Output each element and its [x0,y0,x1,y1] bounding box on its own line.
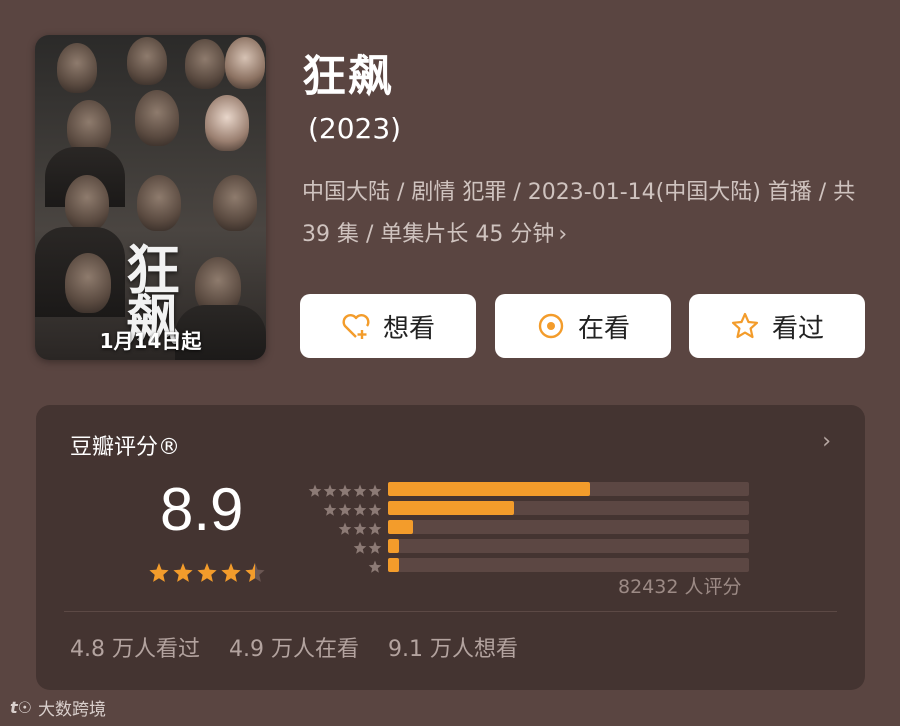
chevron-right-icon[interactable]: › [822,429,831,454]
watermark: t☉ 大数跨境 [10,695,106,720]
poster-figure [135,90,179,146]
watching-label: 在看 [577,313,630,344]
star-filled-icon [173,563,193,582]
rating-stars [149,563,265,582]
poster-figure [57,43,97,93]
star-filled-icon [221,563,241,582]
rating-card: 豆瓣评分® › 8.9 82432 人评分 4.8 万人看过 4.9 万人在看 … [36,405,865,690]
rating-score: 8.9 [160,476,244,543]
poster-figure [137,175,181,231]
poster-figure [65,175,109,231]
show-meta-text: 中国大陆 / 剧情 犯罪 / 2023-01-14(中国大陆) 首播 / 共 3… [302,180,856,247]
bar-fill [388,501,515,515]
want-count[interactable]: 9.1 万人想看 [388,637,518,662]
rating-bar-4 [388,501,749,515]
rating-bar-1 [388,558,749,572]
show-meta[interactable]: 中国大陆 / 剧情 犯罪 / 2023-01-14(中国大陆) 首播 / 共 3… [302,172,872,256]
divider [64,611,837,612]
rating-bar-3 [388,520,749,534]
rating-title: 豆瓣评分® [70,435,181,460]
star-half-icon [245,563,265,582]
poster-figure [213,175,257,231]
rating-bar-5 [388,482,749,496]
star-filled-icon [149,563,169,582]
want-to-watch-button[interactable]: 想看 [300,294,476,358]
watermark-text: 大数跨境 [38,700,106,720]
poster-figure [225,37,265,89]
watched-count[interactable]: 4.8 万人看过 [70,637,200,662]
watching-button[interactable]: 在看 [495,294,671,358]
poster-figure [65,253,111,313]
want-to-watch-label: 想看 [382,313,435,344]
bar-fill [388,539,399,553]
rating-distribution [388,482,749,577]
watermark-logo: t☉ [10,698,32,717]
poster-date: 1月14日起 [99,329,202,353]
bar-fill [388,520,414,534]
target-icon [538,313,564,339]
watching-count[interactable]: 4.9 万人在看 [229,637,359,662]
watched-button[interactable]: 看过 [689,294,865,358]
poster-figure [185,39,225,89]
star-filled-icon [197,563,217,582]
star-outline-icon [731,312,759,339]
rating-count: 82432 人评分 [618,576,742,598]
rating-bar-2 [388,539,749,553]
audience-stats: 4.8 万人看过 4.9 万人在看 9.1 万人想看 [70,631,540,663]
distribution-stars [308,484,382,573]
heart-plus-icon [342,314,370,339]
poster-image[interactable]: 狂飙 1月14日起 [35,35,266,360]
watched-label: 看过 [771,313,824,344]
poster-figure [205,95,249,151]
poster-figure [127,37,167,85]
bar-fill [388,482,591,496]
show-year: (2023) [308,112,402,145]
chevron-right-icon: › [558,222,568,247]
bar-fill [388,558,399,572]
show-title: 狂飙 [302,51,394,102]
